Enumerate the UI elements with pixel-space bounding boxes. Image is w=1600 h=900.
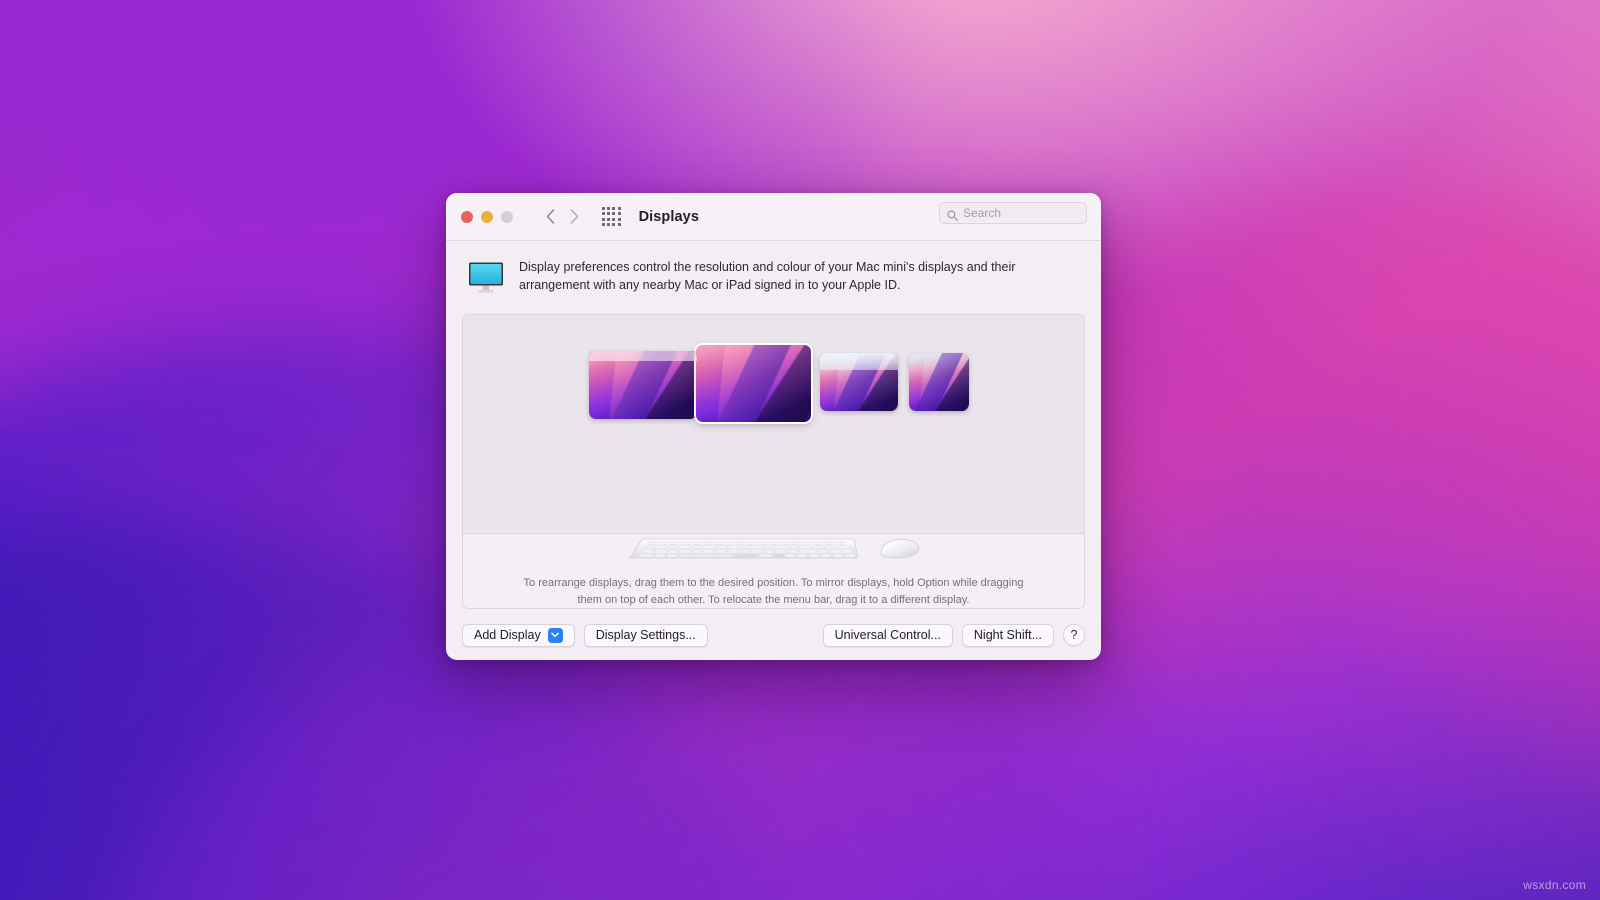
display-wallpaper <box>589 351 697 419</box>
zoom-button <box>501 210 513 223</box>
display-wallpaper <box>909 353 969 411</box>
magic-keyboard-icon <box>626 537 858 566</box>
display-3[interactable] <box>820 353 898 411</box>
traffic-lights <box>461 210 513 223</box>
close-button[interactable] <box>461 210 473 223</box>
watermark: wsxdn.com <box>1523 878 1586 892</box>
add-display-button[interactable]: Add Display <box>462 623 575 647</box>
arrangement-hint: To rearrange displays, drag them to the … <box>523 577 1024 606</box>
desk-area: To rearrange displays, drag them to the … <box>463 534 1084 608</box>
help-button[interactable]: ? <box>1063 624 1085 646</box>
window-footer: Add Display Display Settings... Universa… <box>446 609 1101 660</box>
add-display-label: Add Display <box>474 628 541 642</box>
display-settings-button[interactable]: Display Settings... <box>583 623 708 647</box>
display-wallpaper <box>696 345 811 422</box>
displays-preferences-window: Displays Search Display preferences cont… <box>446 193 1101 660</box>
night-shift-button[interactable]: Night Shift... <box>961 623 1054 647</box>
arrangement-panel: karen's iPad (2) <box>462 314 1085 609</box>
window-titlebar: Displays <box>446 193 1101 241</box>
night-shift-label: Night Shift... <box>973 628 1042 642</box>
universal-control-button[interactable]: Universal Control... <box>822 623 953 647</box>
grid-icon[interactable] <box>602 207 621 226</box>
display-monitor-icon <box>466 259 506 300</box>
display-arrangement-stage[interactable]: karen's iPad (2) <box>463 315 1084 534</box>
display-2[interactable] <box>696 345 811 422</box>
menu-bar-strip[interactable] <box>589 351 697 361</box>
chevron-down-icon[interactable] <box>547 627 563 643</box>
display-1[interactable] <box>589 351 697 419</box>
page-title: Displays <box>638 208 700 225</box>
search-input[interactable] <box>963 206 1079 220</box>
intro-text: Display preferences control the resoluti… <box>519 260 1016 292</box>
search-icon <box>947 208 958 221</box>
display-settings-label: Display Settings... <box>595 628 696 642</box>
search-field[interactable] <box>939 202 1087 224</box>
ipad-top-bar <box>820 353 898 370</box>
chevron-right-icon[interactable] <box>562 203 586 231</box>
minimize-button[interactable] <box>481 210 493 223</box>
magic-mouse-icon <box>874 537 922 566</box>
desktop-wallpaper: wsxdn.com Displays Search Display prefer… <box>0 0 1600 900</box>
intro-section: Display preferences control the resoluti… <box>462 257 1085 314</box>
input-devices <box>626 537 922 566</box>
help-label: ? <box>1070 628 1078 642</box>
universal-control-label: Universal Control... <box>834 628 941 642</box>
display-4[interactable] <box>909 353 969 411</box>
window-body: Display preferences control the resoluti… <box>446 241 1101 609</box>
chevron-left-icon[interactable] <box>538 203 562 231</box>
